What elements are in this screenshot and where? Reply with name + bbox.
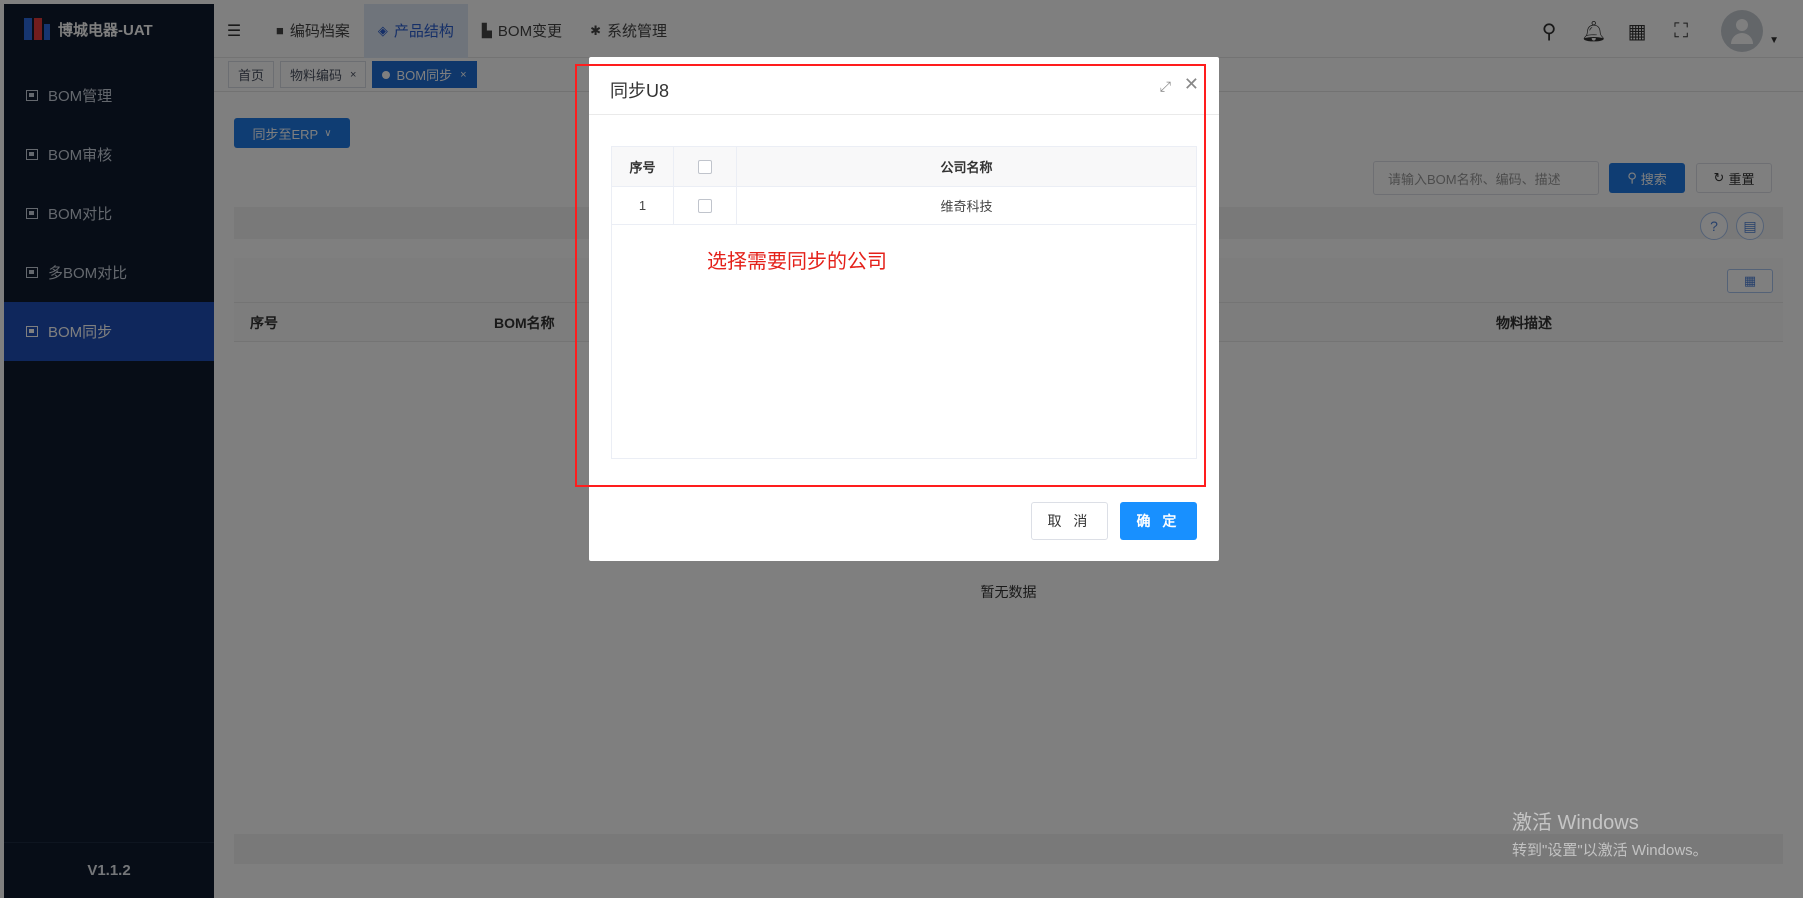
- confirm-button[interactable]: 确 定: [1120, 502, 1197, 540]
- watermark-line1: 激活 Windows: [1512, 812, 1639, 834]
- watermark-line2: 转到"设置"以激活 Windows。: [1512, 842, 1708, 859]
- windows-watermark: 激活 Windows 转到"设置"以激活 Windows。: [1512, 806, 1708, 860]
- cancel-button[interactable]: 取 消: [1031, 502, 1108, 540]
- annotation-box: [575, 64, 1206, 487]
